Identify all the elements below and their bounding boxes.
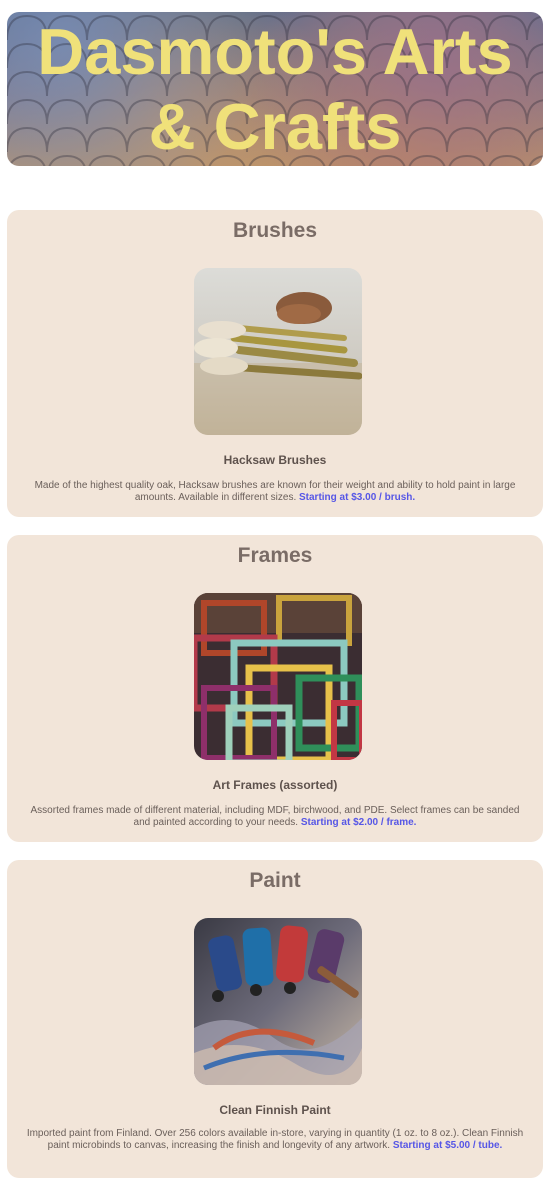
product-description: Made of the highest quality oak, Hacksaw… xyxy=(34,480,516,503)
site-title: Dasmoto's Arts & Crafts xyxy=(37,15,513,163)
frames-photo xyxy=(194,593,362,760)
product-description: Assorted frames made of different materi… xyxy=(30,805,520,828)
site-header-banner: Dasmoto's Arts & Crafts xyxy=(7,12,543,166)
section-heading-frames: Frames xyxy=(237,544,313,567)
product-name: Art Frames (assorted) xyxy=(212,778,338,792)
product-price: Starting at $3.00 / brush. xyxy=(299,492,416,503)
paint-photo xyxy=(194,918,362,1085)
section-frames: Frames Art Frames (assorted) Assorted fr… xyxy=(7,535,543,842)
section-brushes: Brushes Hacksaw Brushes Made of the high… xyxy=(7,210,543,517)
section-heading-brushes: Brushes xyxy=(232,219,318,242)
product-description: Imported paint from Finland. Over 256 co… xyxy=(26,1128,524,1151)
product-price: Starting at $5.00 / tube. xyxy=(392,1140,503,1151)
product-name: Hacksaw Brushes xyxy=(223,453,327,467)
product-price: Starting at $2.00 / frame. xyxy=(300,817,417,828)
section-heading-paint: Paint xyxy=(249,869,301,892)
brushes-photo xyxy=(194,268,362,435)
product-name: Clean Finnish Paint xyxy=(219,1103,331,1117)
section-paint: Paint Clean Finnish Paint Imported paint… xyxy=(7,860,543,1178)
